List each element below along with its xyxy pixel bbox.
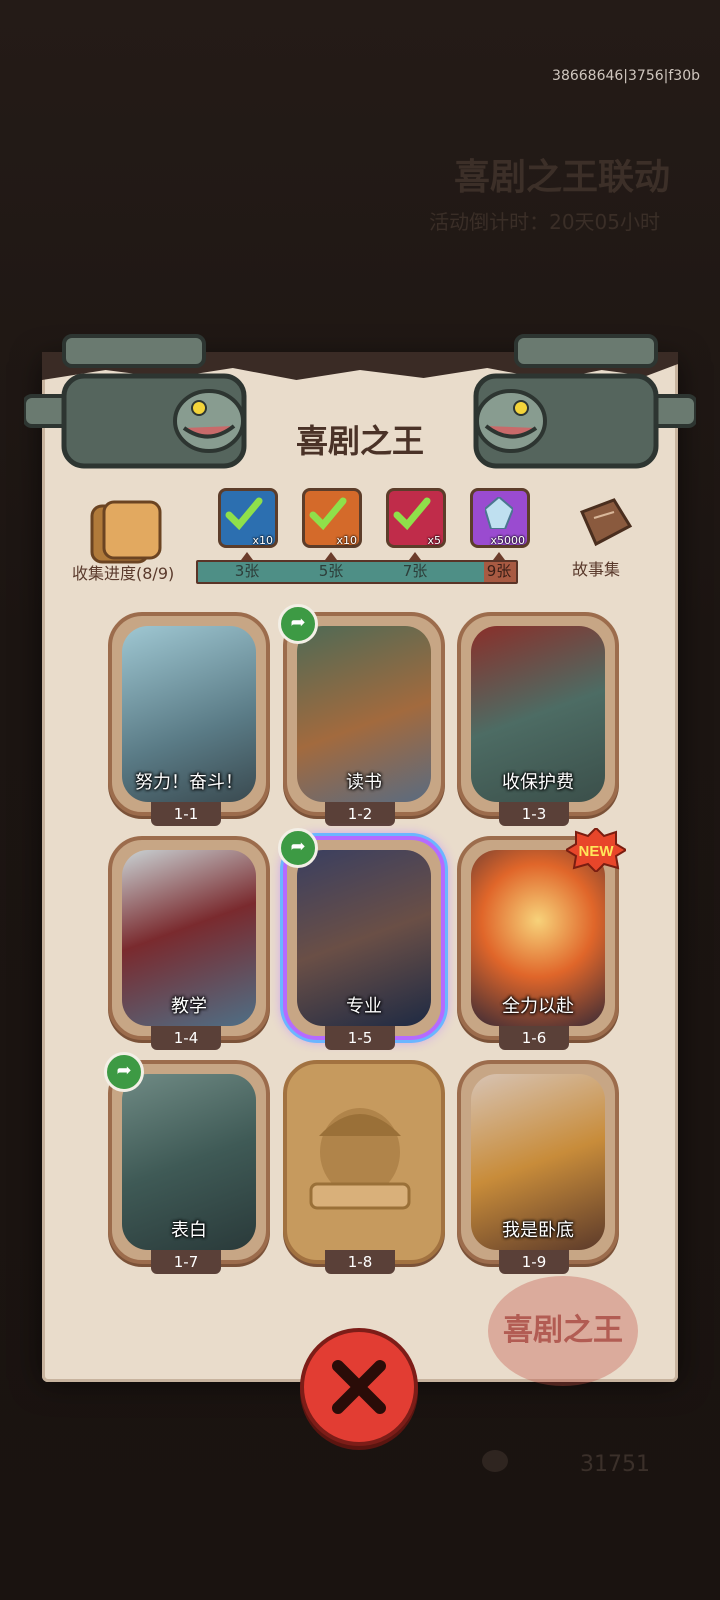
camera-icon [473,334,696,469]
card-number: 1-1 [151,802,221,826]
milestone-label: 7张 [402,562,428,580]
reward-green-book[interactable]: x10 [218,488,278,548]
card-label: 专业 [346,996,382,1017]
event-timer: 活动倒计时：20天05小时 [429,210,660,234]
card-label: 教学 [171,996,207,1017]
card-1-7[interactable]: 表白 [108,1060,270,1264]
reward-count: x10 [252,534,273,547]
share-icon[interactable]: ➦ [104,1052,144,1092]
card-1-9[interactable]: 我是卧底 [457,1060,619,1264]
milestone-marker [241,552,253,560]
card-stack-icon [90,500,162,564]
check-icon [225,497,263,531]
card-number: 1-6 [499,1026,569,1050]
card-label: 努力！奋斗！ [135,772,243,793]
card-number: 1-5 [325,1026,395,1050]
panel-title: 喜剧之王 [295,422,424,460]
card-1-1[interactable]: 努力！奋斗！ [108,612,270,816]
card-label: 全力以赴 [502,996,574,1017]
card-number: 1-2 [325,802,395,826]
reward-orange-book[interactable]: x10 [302,488,362,548]
card-label: 我是卧底 [502,1220,574,1241]
user-id-label: 38668646|3756|f30b [552,68,700,84]
event-title: 喜剧之王联动 [453,157,670,198]
share-icon[interactable]: ➦ [278,828,318,868]
card-1-3[interactable]: 收保护费 [457,612,619,816]
card-label: 表白 [171,1220,207,1241]
card-number: 1-3 [499,802,569,826]
comedy-king-seal: 喜剧之王 [488,1276,638,1386]
new-badge-text: NEW [579,843,615,860]
milestone-label: 5张 [318,562,344,580]
card-label: 读书 [346,772,382,793]
collect-progress-label: 收集进度(8/9) [72,564,175,583]
card-1-4[interactable]: 教学 [108,836,270,1040]
reward-count: x10 [336,534,357,547]
locked-silhouette-icon [309,1108,411,1210]
card-1-5[interactable]: 专业 [283,836,445,1040]
card-label: 收保护费 [502,772,574,793]
reward-count: x5 [427,534,441,547]
milestone-label: 9张 [486,562,512,580]
camera-icon [24,334,247,469]
reward-purple-orb[interactable]: x5 [386,488,446,548]
card-1-8-locked[interactable] [283,1060,445,1264]
new-badge-icon: NEW [566,828,626,872]
story-collection-label[interactable]: 故事集 [572,556,652,580]
crystal-icon [485,497,513,529]
reward-count: x5000 [490,534,525,547]
card-number: 1-7 [151,1250,221,1274]
coin-icon [482,1450,508,1472]
check-icon [393,497,431,531]
reward-crystal[interactable]: x5000 [470,488,530,548]
card-number: 1-4 [151,1026,221,1050]
card-1-2[interactable]: 读书 [283,612,445,816]
check-icon [309,497,347,531]
milestone-marker [325,552,337,560]
milestone-marker [493,552,505,560]
close-button[interactable] [300,1328,418,1446]
card-number: 1-9 [499,1250,569,1274]
card-number: 1-8 [325,1250,395,1274]
story-book-icon[interactable] [574,496,634,552]
close-icon [332,1360,386,1414]
milestone-label: 3张 [234,562,260,580]
milestone-marker [409,552,421,560]
score-value: 31751 [580,1452,650,1477]
share-icon[interactable]: ➦ [278,604,318,644]
